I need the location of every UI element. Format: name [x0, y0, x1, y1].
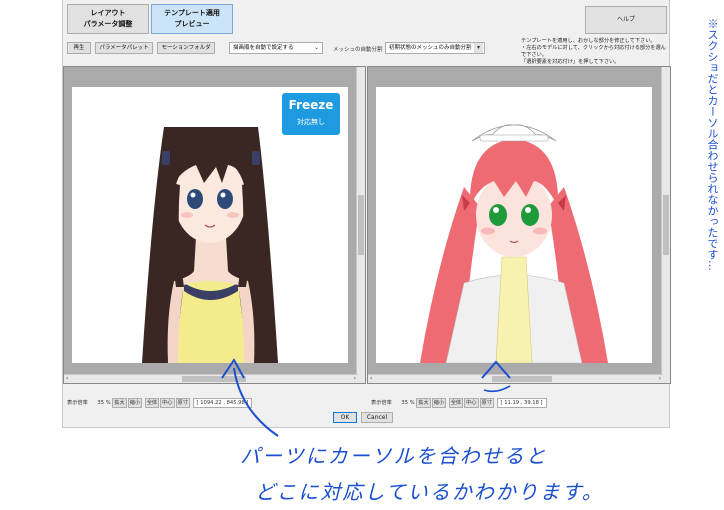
- motion-folder-button[interactable]: モーションフォルダ: [157, 42, 215, 54]
- ok-button[interactable]: OK: [333, 412, 357, 423]
- annotation-bottom-line1: パーツにカーソルを合わせると: [240, 444, 548, 468]
- right-vscroll-thumb[interactable]: [663, 195, 669, 255]
- zoom-label: 表示倍率: [67, 400, 88, 406]
- left-model-pane[interactable]: Freeze 対応無し ‹ ›: [63, 66, 366, 384]
- center-button[interactable]: 中心: [160, 398, 175, 408]
- draw-order-select[interactable]: 描画順を自動で設定する ⌄: [229, 42, 323, 54]
- annotation-side-note: ※スクショだとカーソル合わせられなかったです…: [706, 18, 719, 271]
- note-line-2: ・左右のモデルに対して、クリックから対応付ける部分を選んで下さい。: [521, 45, 666, 58]
- zoom-value: 35: [97, 400, 105, 406]
- left-vscroll-thumb[interactable]: [358, 195, 364, 255]
- tab-template-preview[interactable]: テンプレート適用 プレビュー: [151, 4, 233, 34]
- zoom-out-button[interactable]: 縮小: [431, 398, 447, 408]
- actual-size-button[interactable]: 原寸: [479, 398, 494, 408]
- right-status-bar: 表示倍率 35 % 拡大 縮小 全体 中心 原寸 [ 11.19 , 39.18 ]: [371, 398, 547, 408]
- tab-layout-line2: パラメータ調整: [83, 20, 133, 28]
- center-button[interactable]: 中心: [464, 398, 479, 408]
- right-character-illustration[interactable]: [376, 87, 652, 363]
- actual-size-button[interactable]: 原寸: [175, 398, 190, 408]
- scroll-right-arrow-icon[interactable]: ›: [354, 375, 356, 383]
- zoom-unit: %: [409, 400, 415, 406]
- annotation-bottom-line2: どこに対応しているかわかります。: [255, 480, 604, 504]
- note-line-1: テンプレートを適用し、おかしな部分を修正して下さい。: [521, 38, 656, 44]
- tab-layout-line1: レイアウト: [90, 9, 126, 17]
- freeze-badge-subtitle: 対応無し: [297, 118, 325, 126]
- freeze-badge-title: Freeze: [288, 98, 334, 112]
- mesh-auto-value: 初期状態のメッシュのみ自動分割: [389, 45, 472, 51]
- zoom-in-button[interactable]: 拡大: [112, 398, 127, 408]
- tab-template-line2: プレビュー: [174, 20, 210, 28]
- right-vertical-scrollbar[interactable]: [661, 67, 670, 383]
- parameter-palette-button[interactable]: パラメータパレット: [95, 42, 153, 54]
- note-line-3: 「選択要素を対応付け」を押して下さい。: [521, 59, 620, 65]
- left-vertical-scrollbar[interactable]: [356, 67, 365, 383]
- cursor-coordinate: [ 11.19 , 39.18 ]: [496, 398, 547, 408]
- fit-all-button[interactable]: 全体: [448, 398, 464, 408]
- annotation-arrow-right: [481, 360, 511, 393]
- scroll-left-arrow-icon[interactable]: ‹: [66, 375, 68, 383]
- draw-order-value: 描画順を自動で設定する: [233, 45, 294, 51]
- zoom-value: 35: [401, 400, 409, 406]
- mesh-auto-select[interactable]: 初期状態のメッシュのみ自動分割 ▾: [385, 42, 485, 54]
- zoom-label: 表示倍率: [371, 400, 392, 406]
- annotation-arrow-left: [221, 358, 279, 437]
- help-button[interactable]: ヘルプ: [585, 6, 667, 34]
- zoom-in-button[interactable]: 拡大: [416, 398, 431, 408]
- tab-template-line1: テンプレート適用: [164, 9, 220, 17]
- template-dialog-window: レイアウト パラメータ調整 テンプレート適用 プレビュー ヘルプ 再生 パラメー…: [62, 0, 671, 428]
- zoom-out-button[interactable]: 縮小: [127, 398, 143, 408]
- left-model-viewport[interactable]: Freeze 対応無し: [72, 87, 348, 363]
- left-horizontal-scrollbar[interactable]: ‹ ›: [64, 374, 358, 383]
- chevron-down-icon: ▾: [474, 43, 483, 53]
- instruction-note: テンプレートを適用し、おかしな部分を修正して下さい。 ・左右のモデルに対して、ク…: [521, 38, 669, 66]
- freeze-badge: Freeze 対応無し: [282, 93, 340, 135]
- right-model-viewport[interactable]: [376, 87, 652, 363]
- play-button[interactable]: 再生: [67, 42, 91, 54]
- cancel-button[interactable]: Cancel: [361, 412, 393, 423]
- mesh-auto-label: メッシュの自動分割: [333, 47, 383, 53]
- zoom-unit: %: [105, 400, 111, 406]
- chevron-down-icon: ⌄: [313, 44, 320, 51]
- tab-layout-params[interactable]: レイアウト パラメータ調整: [67, 4, 149, 34]
- scroll-right-arrow-icon[interactable]: ›: [659, 375, 661, 383]
- scroll-left-arrow-icon[interactable]: ‹: [370, 375, 372, 383]
- right-model-pane[interactable]: ‹ ›: [367, 66, 671, 384]
- fit-all-button[interactable]: 全体: [144, 398, 160, 408]
